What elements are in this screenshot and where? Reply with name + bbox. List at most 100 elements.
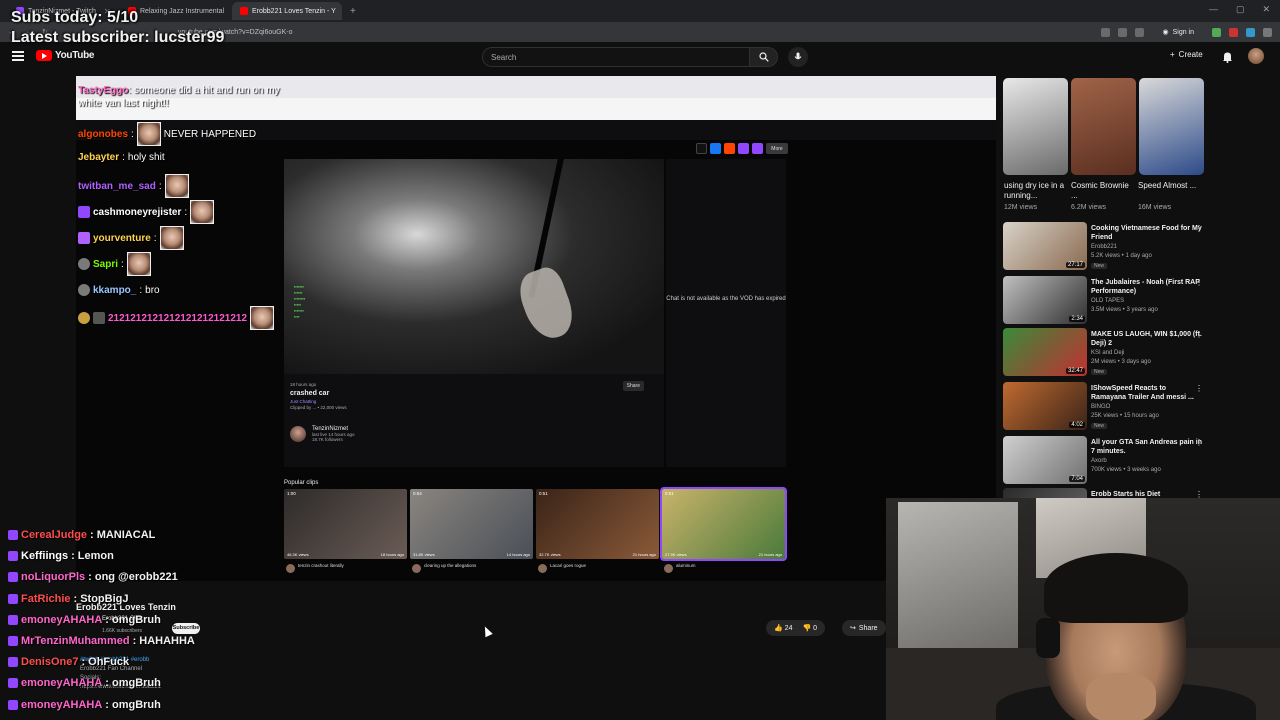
short-caption[interactable]: Cosmic Brownie ...: [1071, 181, 1133, 201]
bookmark-icon[interactable]: [1135, 27, 1145, 37]
clip-caption[interactable]: aluminum: [662, 563, 785, 573]
extension-icon[interactable]: [1246, 27, 1255, 37]
video-thumbnail[interactable]: 4:02: [1003, 382, 1087, 430]
video-title[interactable]: MAKE US LAUGH, WIN $1,000 (ft. Deji) 2: [1091, 330, 1203, 348]
create-button[interactable]: + Create: [1170, 50, 1203, 59]
video-duration: 4:02: [1069, 422, 1085, 428]
reddit-icon[interactable]: [724, 143, 735, 154]
browser-sign-in[interactable]: ◉ Sign in: [1162, 28, 1194, 37]
x-icon[interactable]: [696, 143, 707, 154]
video-title[interactable]: The Jubalaires - Noah (First RAP Perform…: [1091, 278, 1203, 296]
chat-message: FatRichie: StopBigJ: [8, 593, 128, 605]
video-title[interactable]: IShowSpeed Reacts to Ramayana Trailer An…: [1091, 384, 1203, 402]
close-window-icon[interactable]: ✕: [1262, 4, 1270, 15]
short-thumbnail[interactable]: [1003, 78, 1068, 175]
latest-subscriber: Latest subscriber: lucster99: [11, 29, 225, 46]
dislike-button[interactable]: 👎 0: [802, 624, 817, 632]
short-caption[interactable]: using dry ice in a running...: [1004, 181, 1066, 201]
facebook-icon[interactable]: [710, 143, 721, 154]
short-views: 12M views: [1004, 204, 1038, 211]
video-channel[interactable]: Erobb221: [1091, 244, 1117, 250]
chat-message: DenisOne7: OhFuck: [8, 656, 129, 668]
search-input[interactable]: Search: [482, 47, 750, 67]
window-controls: — ▢ ✕: [1209, 4, 1270, 15]
voice-search-button[interactable]: [788, 47, 808, 67]
browser-tab-erobb[interactable]: Erobb221 Loves Tenzin - Y ✕: [232, 2, 342, 20]
video-thumbnail[interactable]: 27:17: [1003, 222, 1087, 270]
more-options-icon[interactable]: ⋮: [1195, 330, 1203, 339]
twitch-icon[interactable]: [738, 143, 749, 154]
clip-thumbnail[interactable]: 0:51 27.9K views 21 hours ago: [660, 487, 787, 561]
subscribe-button[interactable]: Subscribe: [172, 623, 200, 634]
chat-unavailable-message: Chat is not available as the VOD has exp…: [666, 159, 786, 467]
video-channel[interactable]: Axorb: [1091, 458, 1107, 464]
youtube-favicon-icon: [240, 7, 248, 15]
menu-icon[interactable]: [12, 51, 24, 61]
minimize-icon[interactable]: —: [1209, 4, 1218, 15]
url-field[interactable]: youtube.com/watch?v=DZqi6ouGK-o: [178, 29, 1092, 36]
embed-icon[interactable]: [752, 143, 763, 154]
recommended-video[interactable]: 27:17 Cooking Vietnamese Food for My Fri…: [1003, 222, 1213, 272]
chat-username: FatRichie: [21, 593, 71, 605]
sign-in-label: Sign in: [1172, 28, 1194, 36]
video-thumbnail[interactable]: 2:34: [1003, 276, 1087, 324]
clip-caption[interactable]: clearing up the allegations: [410, 563, 533, 573]
chat-username: kkampo_: [93, 284, 137, 296]
extension-icon[interactable]: [1101, 27, 1111, 37]
extension-icon[interactable]: [1229, 27, 1238, 37]
chat-text: 2121212121212121212121212: [108, 312, 248, 324]
extension-icon[interactable]: [1118, 27, 1128, 37]
gift-badge-icon: [78, 312, 90, 324]
search-button[interactable]: [750, 47, 778, 67]
video-thumbnail[interactable]: 32:47: [1003, 328, 1087, 376]
short-thumbnail[interactable]: [1071, 78, 1136, 175]
video-thumbnail[interactable]: 7:04: [1003, 436, 1087, 484]
more-button[interactable]: More: [766, 143, 788, 154]
like-button[interactable]: 👍 24: [774, 624, 792, 632]
share-button[interactable]: ↪ Share: [842, 620, 886, 636]
chat-text: OhFuck: [88, 656, 130, 668]
subscriber-badge-icon: [8, 615, 18, 625]
share-icons: More: [696, 143, 788, 154]
clip-video-frame[interactable]: ▪▪▪▪▪▪▪ ▪▪▪▪▪▪ ▪▪▪▪▪▪▪▪ ▪▪▪▪▪ ▪▪▪▪▪▪▪ ▪▪▪▪: [284, 159, 664, 374]
clip-caption[interactable]: Lacari goes rogue: [536, 563, 659, 573]
chat-message: twitban_me_sad:: [78, 174, 189, 198]
new-tab-icon[interactable]: +: [344, 6, 362, 17]
clip-category[interactable]: Just Chatting: [290, 399, 658, 404]
short-thumbnail[interactable]: [1139, 78, 1204, 175]
chat-message: Jebayter: holy shit: [78, 152, 165, 163]
video-channel[interactable]: OLD TAPES: [1091, 298, 1124, 304]
clip-duration: 1:00: [287, 491, 296, 496]
notifications-button[interactable]: [1222, 50, 1233, 68]
video-channel[interactable]: KSI and Deji: [1091, 350, 1124, 356]
clip-thumbnail[interactable]: 0:51 32.7K views 21 hours ago: [536, 489, 659, 559]
avatar[interactable]: [1248, 48, 1264, 64]
more-options-icon[interactable]: ⋮: [1195, 278, 1203, 287]
video-title[interactable]: Cooking Vietnamese Food for My Friend: [1091, 224, 1203, 242]
youtube-logo[interactable]: YouTube: [36, 50, 95, 61]
menu-icon[interactable]: [1263, 27, 1272, 37]
chat-message: TastyEggo: someone did a hit and run on …: [78, 85, 280, 109]
short-caption[interactable]: Speed Almost ...: [1138, 181, 1200, 191]
video-hand: [513, 263, 580, 345]
recommended-video[interactable]: 32:47 MAKE US LAUGH, WIN $1,000 (ft. Dej…: [1003, 328, 1213, 378]
tab-label: Erobb221 Loves Tenzin - Y: [252, 7, 336, 15]
recommended-video[interactable]: 7:04 All your GTA San Andreas pain in 7 …: [1003, 436, 1213, 486]
clip-thumbnail[interactable]: 0:54 31.8K views 14 hours ago: [410, 489, 533, 559]
extension-icon[interactable]: [1212, 27, 1221, 37]
clip-share-button[interactable]: Share: [622, 381, 644, 391]
recommended-video[interactable]: 2:34 The Jubalaires - Noah (First RAP Pe…: [1003, 276, 1213, 326]
clip-caption[interactable]: tenzin crashout literally: [284, 563, 407, 573]
video-title[interactable]: All your GTA San Andreas pain in 7 minut…: [1091, 438, 1203, 456]
more-options-icon[interactable]: ⋮: [1195, 224, 1203, 233]
recommended-video[interactable]: 4:02 IShowSpeed Reacts to Ramayana Trail…: [1003, 382, 1213, 432]
video-meta: 2M views • 3 days ago: [1091, 359, 1151, 365]
clip-channel[interactable]: TenzinNizmet last live 14 hours ago 18.7…: [290, 426, 355, 442]
clip-thumbnail[interactable]: 1:00 46.3K views 18 hours ago: [284, 489, 407, 559]
maximize-icon[interactable]: ▢: [1236, 4, 1245, 15]
video-channel[interactable]: BINGO: [1091, 404, 1110, 410]
more-options-icon[interactable]: ⋮: [1195, 384, 1203, 393]
clip-duration: 0:51: [665, 491, 674, 496]
chat-username: algonobes: [78, 128, 129, 140]
more-options-icon[interactable]: ⋮: [1195, 438, 1203, 447]
